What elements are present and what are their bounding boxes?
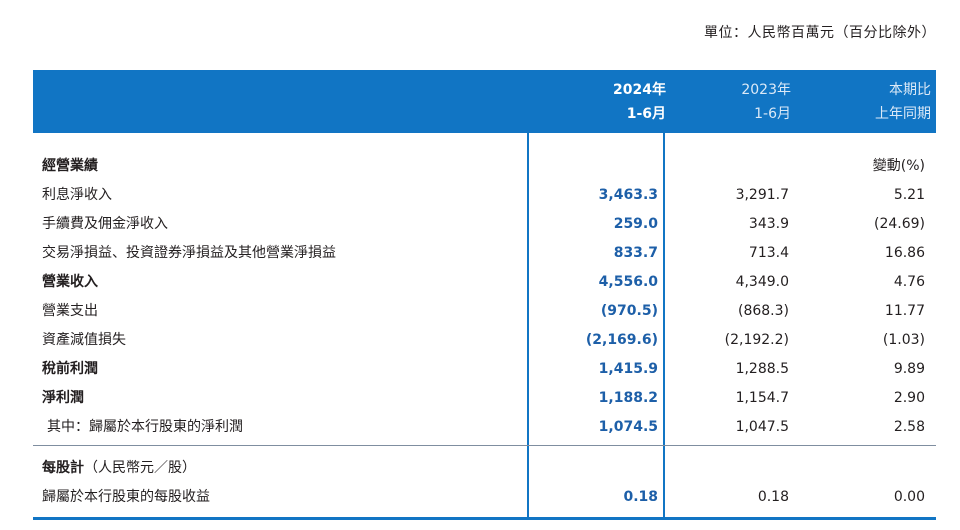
value-2024: 1,188.2 (598, 390, 658, 406)
value-2023: 343.9 (748, 216, 789, 232)
section-title-row: 經營業績 變動(%) (33, 152, 936, 181)
header-col-2023-year: 2023年 (741, 82, 791, 98)
value-change: 16.86 (884, 245, 925, 261)
value-change: 11.77 (884, 303, 925, 319)
section-divider (33, 445, 936, 446)
change-header: 變動(%) (872, 158, 925, 174)
value-2024: (970.5) (600, 303, 658, 319)
header-col-2024-period: 1-6月 (626, 106, 666, 122)
section-title-row: 每股計（人民幣元／股） (33, 454, 936, 483)
value-2024: 3,463.3 (598, 187, 658, 203)
header-col-2023-period: 1-6月 (754, 106, 791, 122)
header-col-change-line1: 本期比 (889, 82, 931, 98)
table-row: 手續費及佣金淨收入 259.0 343.9 (24.69) (33, 210, 936, 239)
row-label: 其中：歸屬於本行股東的淨利潤 (47, 419, 243, 435)
row-label: 稅前利潤 (42, 361, 98, 377)
value-2024: 1,074.5 (598, 419, 658, 435)
value-change: 2.58 (893, 419, 925, 435)
table-row: 其中：歸屬於本行股東的淨利潤 1,074.5 1,047.5 2.58 (33, 413, 936, 442)
value-change: (1.03) (882, 332, 925, 348)
value-2023: 713.4 (748, 245, 789, 261)
value-change: 0.00 (893, 489, 925, 505)
table-row: 歸屬於本行股東的每股收益 0.18 0.18 0.00 (33, 483, 936, 512)
financial-table: 2024年 1-6月 2023年 1-6月 本期比 上年同期 經營業績 變動(%… (33, 70, 936, 520)
value-2024: 833.7 (613, 245, 658, 261)
value-2024: 259.0 (613, 216, 658, 232)
table-header: 2024年 1-6月 2023年 1-6月 本期比 上年同期 (33, 70, 936, 133)
row-label: 交易淨損益、投資證券淨損益及其他營業淨損益 (42, 245, 336, 261)
value-2023: 1,288.5 (735, 361, 789, 377)
section-title: 每股計（人民幣元／股） (42, 454, 196, 483)
value-change: 9.89 (893, 361, 925, 377)
value-change: 4.76 (893, 274, 925, 290)
row-label: 淨利潤 (42, 390, 84, 406)
section-title-bold: 每股計 (42, 460, 84, 476)
unit-note: 單位：人民幣百萬元（百分比除外） (704, 25, 936, 41)
row-label: 營業收入 (42, 274, 98, 290)
row-label: 營業支出 (42, 303, 98, 319)
value-2024: (2,169.6) (585, 332, 658, 348)
value-2023: 1,047.5 (735, 419, 789, 435)
value-2023: 0.18 (757, 489, 789, 505)
header-col-2024: 2024年 1-6月 (613, 78, 666, 126)
value-2024: 1,415.9 (598, 361, 658, 377)
table-row: 營業支出 (970.5) (868.3) 11.77 (33, 297, 936, 326)
value-change: 5.21 (893, 187, 925, 203)
value-2024: 0.18 (623, 489, 658, 505)
table-row: 營業收入 4,556.0 4,349.0 4.76 (33, 268, 936, 297)
value-2023: 4,349.0 (735, 274, 789, 290)
value-2024: 4,556.0 (598, 274, 658, 290)
row-label: 手續費及佣金淨收入 (42, 216, 168, 232)
value-2023: (868.3) (737, 303, 789, 319)
value-2023: 1,154.7 (735, 390, 789, 406)
row-label: 資產減值損失 (42, 332, 126, 348)
table-row: 淨利潤 1,188.2 1,154.7 2.90 (33, 384, 936, 413)
row-label: 利息淨收入 (42, 187, 112, 203)
table-row: 交易淨損益、投資證券淨損益及其他營業淨損益 833.7 713.4 16.86 (33, 239, 936, 268)
value-2023: 3,291.7 (735, 187, 789, 203)
table-row: 資產減值損失 (2,169.6) (2,192.2) (1.03) (33, 326, 936, 355)
table-bottom-rule (33, 517, 936, 520)
section-title-unit: （人民幣元／股） (84, 460, 196, 476)
header-col-change: 本期比 上年同期 (875, 78, 931, 126)
header-col-change-line2: 上年同期 (875, 106, 931, 122)
header-col-2023: 2023年 1-6月 (741, 78, 791, 126)
header-col-2024-year: 2024年 (613, 82, 666, 98)
value-change: (24.69) (873, 216, 925, 232)
section-title: 經營業績 (42, 158, 98, 174)
table-row: 利息淨收入 3,463.3 3,291.7 5.21 (33, 181, 936, 210)
row-label: 歸屬於本行股東的每股收益 (42, 489, 210, 505)
value-2023: (2,192.2) (724, 332, 789, 348)
value-change: 2.90 (893, 390, 925, 406)
table-row: 稅前利潤 1,415.9 1,288.5 9.89 (33, 355, 936, 384)
